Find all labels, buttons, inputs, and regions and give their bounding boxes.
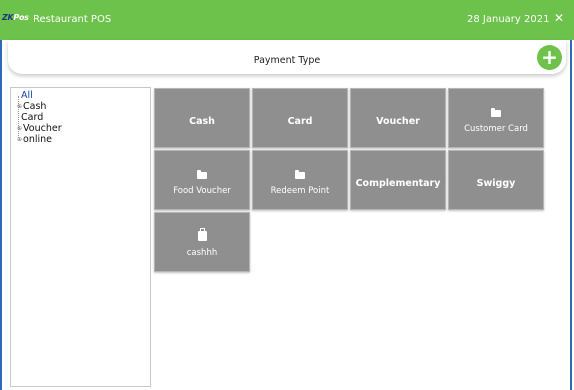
expand-icon[interactable]: ⊕ bbox=[17, 125, 22, 132]
tile-label: cashhh bbox=[186, 248, 218, 258]
close-icon[interactable]: ✕ bbox=[554, 11, 564, 25]
expand-icon[interactable]: ⊕ bbox=[17, 103, 22, 110]
folder-icon bbox=[295, 170, 305, 179]
tree-item-online[interactable]: ⊕online bbox=[17, 134, 52, 145]
tree-item-all[interactable]: All bbox=[21, 90, 33, 101]
page-title: Payment Type bbox=[253, 55, 321, 66]
plus-icon: + bbox=[541, 45, 558, 69]
expand-icon[interactable]: ⊕ bbox=[17, 136, 22, 143]
tile-label: Food Voucher bbox=[173, 186, 231, 196]
tile-label: Swiggy bbox=[476, 178, 516, 189]
title-bar: ZKPos Restaurant POS 28 January 2021 ✕ bbox=[0, 0, 574, 40]
payment-tile-voucher[interactable]: Voucher bbox=[350, 88, 446, 148]
payment-tile-cashhh[interactable]: cashhh bbox=[154, 212, 250, 272]
add-payment-type-button[interactable]: + bbox=[537, 45, 562, 70]
tile-label: Customer Card bbox=[464, 124, 528, 134]
payment-type-tree: All ⊕Cash Card ⊕Voucher ⊕online bbox=[10, 87, 151, 387]
tile-label: Card bbox=[287, 116, 313, 127]
payment-tile-complementary[interactable]: Complementary bbox=[350, 150, 446, 210]
tile-label: Complementary bbox=[355, 178, 441, 189]
payment-tile-swiggy[interactable]: Swiggy bbox=[448, 150, 544, 210]
payment-tile-redeem-point[interactable]: Redeem Point bbox=[252, 150, 348, 210]
payment-tile-cash[interactable]: Cash bbox=[154, 88, 250, 148]
tree-item-cash[interactable]: ⊕Cash bbox=[17, 101, 46, 112]
zkpos-logo: ZKPos bbox=[2, 13, 29, 22]
tree-item-voucher[interactable]: ⊕Voucher bbox=[17, 123, 62, 134]
wallet-icon bbox=[198, 228, 207, 241]
payment-tile-food-voucher[interactable]: Food Voucher bbox=[154, 150, 250, 210]
tile-label: Redeem Point bbox=[270, 186, 330, 196]
payment-tile-customer-card[interactable]: Customer Card bbox=[448, 88, 544, 148]
tree-item-card[interactable]: Card bbox=[21, 112, 43, 123]
page-header: Payment Type bbox=[8, 40, 566, 74]
folder-icon bbox=[197, 170, 207, 179]
tile-label: Cash bbox=[189, 116, 215, 127]
payment-tile-card[interactable]: Card bbox=[252, 88, 348, 148]
date-display: 28 January 2021 bbox=[467, 14, 550, 25]
tile-label: Voucher bbox=[376, 116, 420, 127]
folder-icon bbox=[491, 108, 501, 117]
app-title: Restaurant POS bbox=[33, 14, 112, 25]
